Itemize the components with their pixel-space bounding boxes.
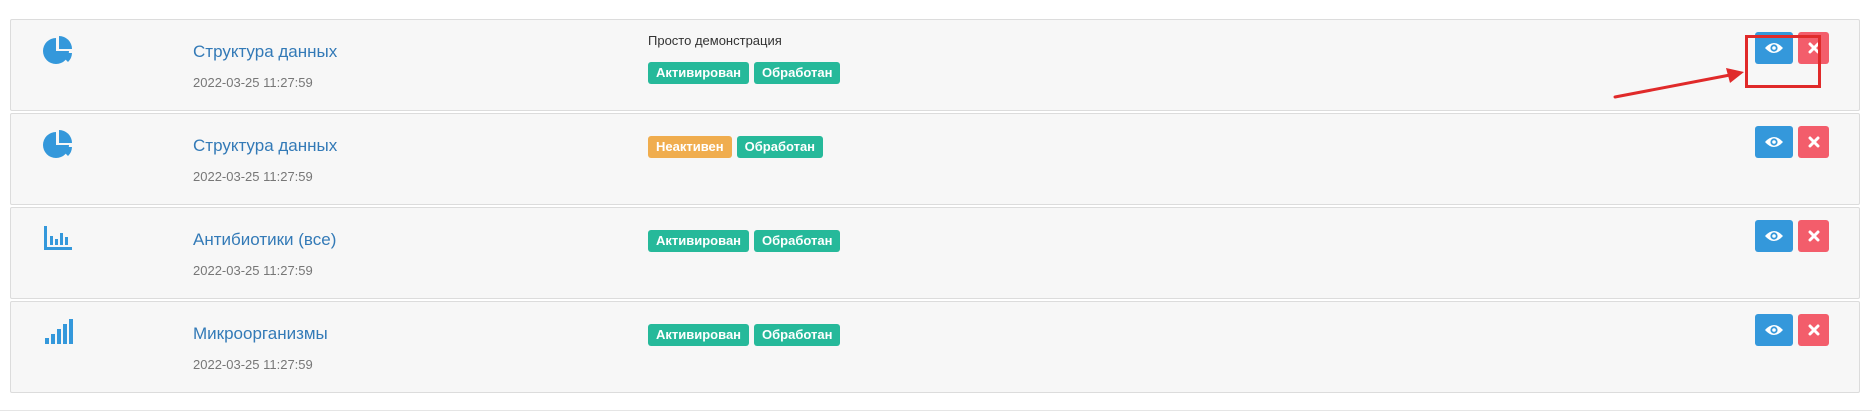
pie-chart-icon xyxy=(43,130,72,158)
processed-badge: Обработан xyxy=(736,136,824,158)
close-icon xyxy=(1808,136,1819,148)
list-item: Микроорганизмы 2022-03-25 11:27:59 Актив… xyxy=(10,301,1860,393)
report-date: 2022-03-25 11:27:59 xyxy=(193,357,313,372)
close-icon xyxy=(1808,324,1819,336)
list-item: Структура данных 2022-03-25 11:27:59 Неа… xyxy=(10,113,1860,205)
status-badges: Активирован Обработан xyxy=(648,62,841,84)
eye-icon xyxy=(1765,137,1783,147)
delete-button[interactable] xyxy=(1798,126,1829,158)
report-title-link[interactable]: Структура данных xyxy=(193,136,337,156)
processed-badge: Обработан xyxy=(754,230,841,252)
pie-chart-icon xyxy=(43,36,72,64)
eye-icon xyxy=(1765,231,1783,241)
close-icon xyxy=(1808,42,1819,54)
signal-bars-icon xyxy=(45,319,73,344)
report-list: Структура данных 2022-03-25 11:27:59 Про… xyxy=(10,19,1860,395)
status-badge: Активирован xyxy=(648,324,750,346)
status-badges: Активирован Обработан xyxy=(648,230,841,252)
status-badge: Неактивен xyxy=(648,136,732,158)
status-badges: Неактивен Обработан xyxy=(648,136,824,158)
bar-chart-icon xyxy=(44,226,72,250)
eye-icon xyxy=(1765,325,1783,335)
divider xyxy=(0,410,1872,411)
status-badge: Активирован xyxy=(648,230,750,252)
list-item: Структура данных 2022-03-25 11:27:59 Про… xyxy=(10,19,1860,111)
report-date: 2022-03-25 11:27:59 xyxy=(193,169,313,184)
delete-button[interactable] xyxy=(1798,220,1829,252)
status-badges: Активирован Обработан xyxy=(648,324,841,346)
view-button[interactable] xyxy=(1755,126,1793,158)
status-badge: Активирован xyxy=(648,62,750,84)
view-button[interactable] xyxy=(1755,32,1793,64)
report-date: 2022-03-25 11:27:59 xyxy=(193,263,313,278)
report-description: Просто демонстрация xyxy=(648,33,782,48)
close-icon xyxy=(1808,230,1819,242)
view-button[interactable] xyxy=(1755,314,1793,346)
processed-badge: Обработан xyxy=(754,324,841,346)
processed-badge: Обработан xyxy=(754,62,841,84)
report-title-link[interactable]: Структура данных xyxy=(193,42,337,62)
list-item: Антибиотики (все) 2022-03-25 11:27:59 Ак… xyxy=(10,207,1860,299)
delete-button[interactable] xyxy=(1798,32,1829,64)
report-title-link[interactable]: Микроорганизмы xyxy=(193,324,328,344)
eye-icon xyxy=(1765,43,1783,53)
report-date: 2022-03-25 11:27:59 xyxy=(193,75,313,90)
report-title-link[interactable]: Антибиотики (все) xyxy=(193,230,336,250)
delete-button[interactable] xyxy=(1798,314,1829,346)
view-button[interactable] xyxy=(1755,220,1793,252)
